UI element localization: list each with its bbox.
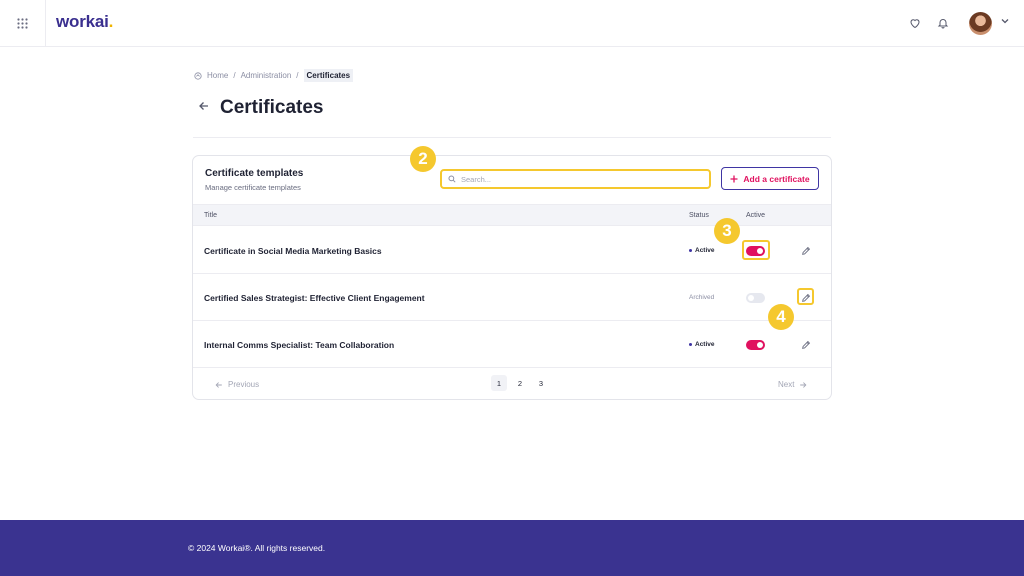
next-page-button[interactable]: Next	[778, 380, 807, 389]
chevron-down-icon[interactable]	[1000, 16, 1010, 26]
bell-icon	[937, 19, 949, 29]
breadcrumb-home[interactable]: Home	[207, 71, 228, 80]
heart-icon	[910, 19, 920, 29]
step-marker-3: 3	[714, 218, 740, 244]
page-numbers: 1 2 3	[491, 375, 549, 391]
footer-copyright: © 2024 Workai®. All rights reserved.	[188, 543, 326, 553]
toggle-knob	[757, 248, 763, 254]
certificate-templates-card: Certificate templates Manage certificate…	[192, 155, 832, 400]
pencil-icon	[802, 340, 811, 349]
step-marker-2: 2	[410, 146, 436, 172]
table-row: Internal Comms Specialist: Team Collabor…	[193, 321, 831, 368]
status-label: Active	[695, 341, 715, 348]
apps-grid-icon	[17, 17, 28, 29]
footer: © 2024 Workai®. All rights reserved.	[0, 520, 1024, 576]
arrow-right-icon	[800, 381, 807, 388]
apps-grid-button[interactable]	[0, 0, 46, 46]
page-button-2[interactable]: 2	[512, 375, 528, 391]
page-button-1[interactable]: 1	[491, 375, 507, 391]
search-input[interactable]	[461, 174, 691, 184]
breadcrumb-current: Certificates	[303, 69, 354, 82]
edit-button[interactable]	[800, 292, 812, 304]
status-badge: Archived	[689, 294, 714, 301]
breadcrumb-separator: /	[296, 71, 299, 80]
column-title: Title	[204, 212, 217, 219]
certificate-title: Internal Comms Specialist: Team Collabor…	[204, 340, 395, 350]
status-dot	[689, 249, 692, 252]
status-badge: Active	[689, 341, 715, 348]
active-toggle[interactable]	[746, 293, 765, 303]
next-label: Next	[778, 380, 795, 389]
logo[interactable]: workai.	[56, 12, 113, 32]
card-title: Certificate templates	[205, 168, 304, 179]
page-button-3[interactable]: 3	[533, 375, 549, 391]
page-title: Certificates	[220, 97, 324, 118]
search-icon	[448, 175, 456, 183]
back-arrow-icon[interactable]	[197, 99, 211, 113]
status-label: Archived	[689, 294, 715, 301]
add-certificate-button[interactable]: Add a certificate	[721, 167, 819, 190]
column-status: Status	[689, 212, 709, 219]
notifications-button[interactable]	[934, 14, 952, 32]
certificate-title: Certificate in Social Media Marketing Ba…	[204, 246, 382, 256]
card-subtitle: Manage certificate templates	[205, 183, 301, 192]
step-marker-4: 4	[768, 304, 794, 330]
arrow-left-icon	[215, 381, 222, 388]
add-certificate-label: Add a certificate	[743, 173, 810, 184]
pagination: Previous 1 2 3 Next	[193, 369, 831, 399]
breadcrumb: Home / Administration / Certificates	[194, 69, 354, 82]
avatar[interactable]	[969, 12, 992, 35]
certificate-title: Certified Sales Strategist: Effective Cl…	[204, 293, 425, 303]
column-active: Active	[746, 212, 766, 219]
search-box[interactable]	[440, 169, 711, 189]
logo-text: workai	[56, 12, 109, 31]
toggle-knob	[757, 342, 763, 348]
divider	[193, 137, 831, 138]
active-toggle[interactable]	[746, 246, 765, 256]
edit-button[interactable]	[800, 245, 812, 257]
plus-icon	[730, 175, 738, 182]
previous-label: Previous	[228, 380, 260, 389]
top-bar: workai.	[0, 0, 1024, 47]
logo-dot: .	[108, 12, 114, 31]
previous-page-button[interactable]: Previous	[215, 380, 259, 389]
active-toggle[interactable]	[746, 340, 765, 350]
pencil-icon	[802, 246, 811, 255]
breadcrumb-separator: /	[233, 71, 236, 80]
favorites-button[interactable]	[906, 14, 924, 32]
home-icon	[194, 71, 202, 80]
edit-button[interactable]	[800, 339, 812, 351]
breadcrumb-administration[interactable]: Administration	[241, 71, 292, 80]
pencil-icon	[802, 293, 811, 302]
table-row: Certified Sales Strategist: Effective Cl…	[193, 274, 831, 321]
status-label: Active	[695, 247, 715, 254]
status-badge: Active	[689, 247, 715, 254]
toggle-knob	[748, 295, 754, 301]
status-dot	[689, 343, 692, 346]
